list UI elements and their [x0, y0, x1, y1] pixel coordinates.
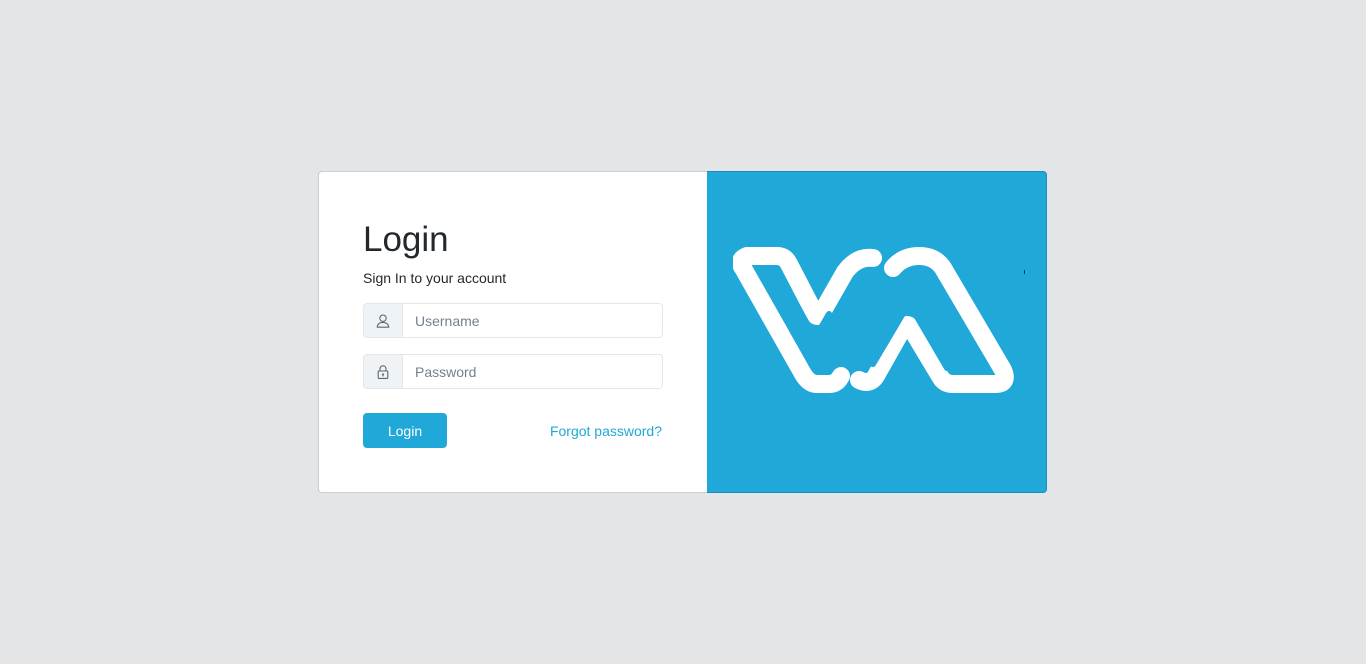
- decorative-mark: [1024, 270, 1025, 274]
- user-icon: [363, 303, 403, 338]
- password-input-group: [363, 354, 663, 389]
- brand-panel: [707, 171, 1047, 493]
- lock-icon: [363, 354, 403, 389]
- page-subtitle: Sign In to your account: [363, 270, 507, 286]
- login-card-group: Login Sign In to your account Username L…: [318, 171, 1048, 493]
- page-title: Login: [363, 220, 449, 259]
- username-field[interactable]: [403, 303, 663, 338]
- login-card: Login Sign In to your account Username L…: [318, 171, 707, 493]
- password-field[interactable]: [403, 354, 663, 389]
- login-button[interactable]: Login: [363, 413, 447, 448]
- va-logo: [733, 247, 1014, 393]
- forgot-password-link[interactable]: Forgot password?: [550, 422, 662, 440]
- username-input-group: [363, 303, 663, 338]
